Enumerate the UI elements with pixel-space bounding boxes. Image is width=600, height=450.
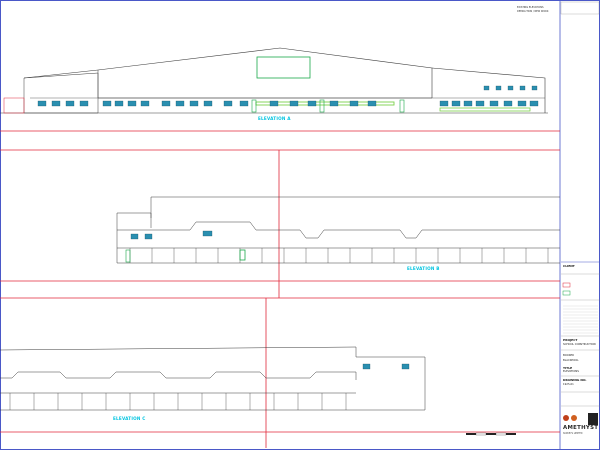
door: [399, 99, 405, 113]
project-name: SCHOOL CONSTRUCTION: [563, 343, 596, 346]
window: [161, 100, 171, 107]
elevation-b-columns: [129, 248, 549, 263]
site-name: BOOKER: [563, 354, 574, 357]
elevation-b-drawing: [0, 196, 560, 282]
window: [51, 100, 61, 107]
new-work-band-right: [439, 107, 531, 112]
window: [517, 100, 527, 107]
window: [203, 100, 213, 107]
site-town: BLACKPOOL: [563, 359, 579, 362]
scale-bar: [466, 432, 516, 436]
window: [79, 100, 89, 107]
window: [349, 100, 359, 107]
window: [114, 100, 124, 107]
window: [307, 100, 317, 107]
window: [127, 100, 137, 107]
client-label: CLIENT: [563, 264, 575, 268]
logo-silhouette: [588, 413, 598, 425]
door: [125, 249, 131, 263]
window: [475, 100, 485, 107]
window: [202, 230, 213, 237]
window: [37, 100, 47, 107]
brand-subtitle: SURVEYS LIMITED: [563, 432, 583, 435]
upper-roof: [0, 346, 426, 410]
porch: [3, 97, 25, 114]
drawing-sheet: [0, 0, 600, 450]
canopy-roof: [117, 221, 560, 239]
project-label: PROJECT: [563, 338, 578, 342]
window: [531, 85, 538, 91]
window: [175, 100, 185, 107]
window: [239, 100, 249, 107]
roof-vent-panel: [256, 56, 311, 79]
elevation-c-drawing: [0, 346, 560, 436]
window: [489, 100, 499, 107]
window: [495, 85, 502, 91]
window: [483, 85, 490, 91]
sheet-border: [0, 0, 600, 450]
drawing-title: ELEVATIONS: [563, 370, 579, 373]
brand-name: AMETHYST: [563, 425, 599, 431]
window: [463, 100, 473, 107]
window: [269, 100, 279, 107]
canopy-roof: [0, 371, 357, 380]
drawing-no: 1925-01: [563, 383, 574, 386]
title-block-rows: [563, 305, 598, 334]
window: [451, 100, 461, 107]
window: [401, 363, 410, 370]
right-block: [431, 67, 546, 113]
door: [239, 249, 246, 261]
window: [503, 100, 513, 107]
door: [251, 99, 257, 113]
window: [65, 100, 75, 107]
logo-mark: [563, 415, 569, 421]
elevation-c-columns: [9, 393, 347, 410]
window: [130, 233, 139, 240]
window: [519, 85, 526, 91]
elevation-c-label: ELEVATION C: [113, 416, 146, 421]
window: [140, 100, 150, 107]
window: [223, 100, 233, 107]
drawing-no-label: DRAWING NO.: [563, 378, 587, 382]
window: [367, 100, 377, 107]
window: [329, 100, 339, 107]
upper-block: [150, 196, 560, 218]
main-hall-roof: [23, 47, 433, 98]
window: [507, 85, 514, 91]
window: [144, 233, 153, 240]
logo-mark: [571, 415, 577, 421]
elevation-a-label: ELEVATION A: [258, 116, 291, 121]
legend-note: DEMOLITION / NEW WORK: [517, 10, 549, 13]
window: [362, 363, 371, 370]
window: [102, 100, 112, 107]
window: [289, 100, 299, 107]
elevation-b-label: ELEVATION B: [407, 266, 440, 271]
window: [529, 100, 539, 107]
window: [439, 100, 449, 107]
left-annex-roof: [23, 72, 99, 114]
window: [189, 100, 199, 107]
